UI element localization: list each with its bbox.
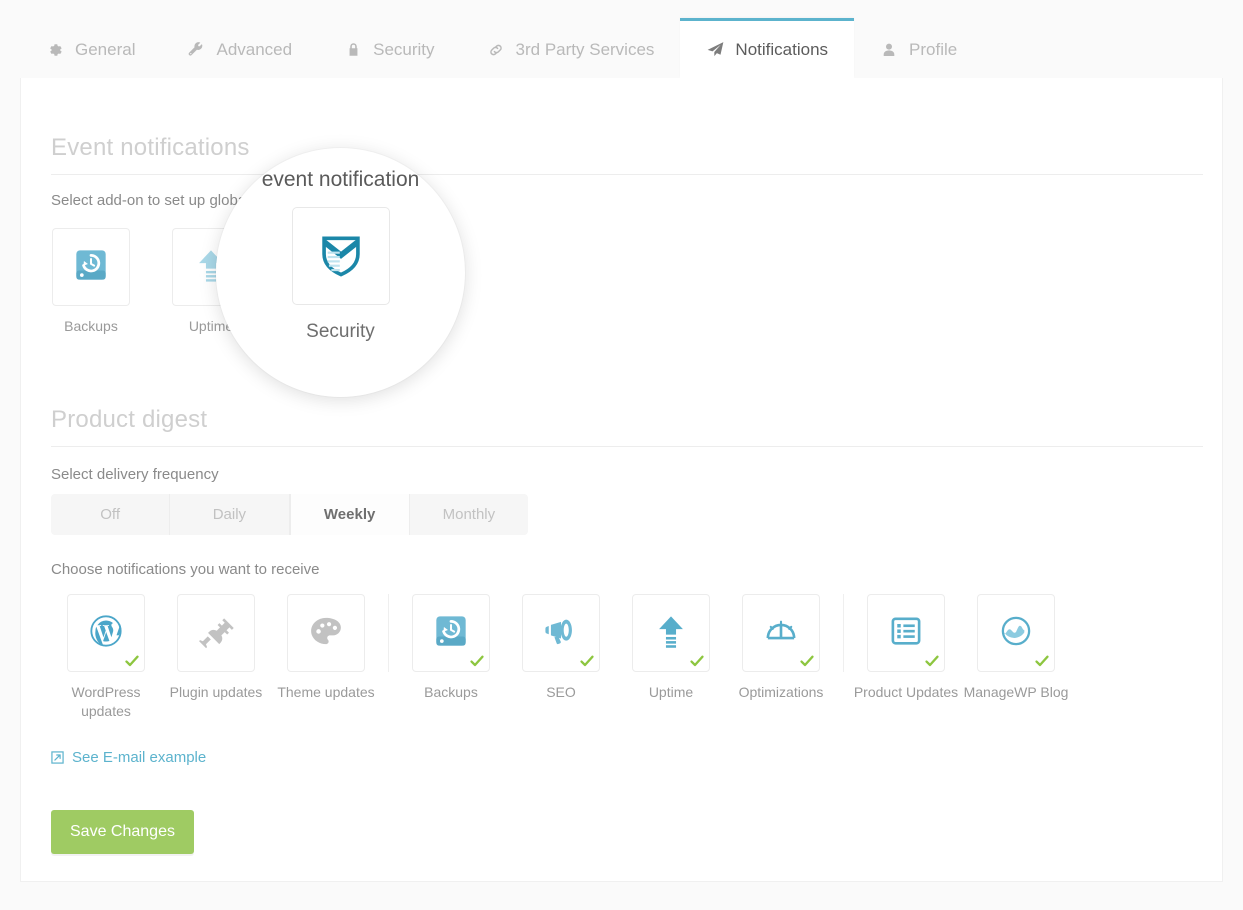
plug-icon xyxy=(195,610,237,657)
notification-tile-row: WordPress updates Plugin updates xyxy=(51,594,1071,722)
addon-tile-box[interactable] xyxy=(172,228,250,306)
notification-tile-label: Uptime xyxy=(649,683,693,702)
backup-drive-icon xyxy=(69,243,113,292)
notification-tile-theme-updates[interactable]: Theme updates xyxy=(271,594,381,702)
notification-tile-plugin-updates[interactable]: Plugin updates xyxy=(161,594,271,702)
product-digest-title: Product digest xyxy=(51,406,207,434)
product-digest-divider xyxy=(51,446,1203,447)
managewp-icon xyxy=(995,610,1037,657)
notification-group-divider xyxy=(388,594,389,672)
frequency-option-off[interactable]: Off xyxy=(51,494,170,535)
notification-tile-uptime[interactable]: Uptime xyxy=(616,594,726,702)
palette-icon xyxy=(305,610,347,657)
notification-tile-label: Plugin updates xyxy=(170,683,263,702)
wordpress-icon xyxy=(84,609,128,658)
list-icon xyxy=(885,610,927,657)
notification-tile-box[interactable] xyxy=(522,594,600,672)
see-email-example-label: See E-mail example xyxy=(72,749,206,766)
notification-tile-label: Optimizations xyxy=(739,683,824,702)
tab-advanced[interactable]: Advanced xyxy=(161,18,318,78)
tab-label: Notifications xyxy=(735,40,828,60)
enabled-check-icon xyxy=(924,653,940,669)
notification-group-divider xyxy=(843,594,844,672)
addon-tile-row: Backups Uptime xyxy=(51,228,371,336)
notification-tile-box[interactable] xyxy=(977,594,1055,672)
event-notifications-divider xyxy=(51,174,1203,175)
megaphone-icon xyxy=(540,610,582,657)
addon-tile-box[interactable] xyxy=(52,228,130,306)
tab-label: General xyxy=(75,40,135,60)
event-notifications-description: Select add-on to set up global event not… xyxy=(51,192,426,209)
notification-tile-backups[interactable]: Backups xyxy=(396,594,506,702)
enabled-check-icon xyxy=(799,653,815,669)
paper-plane-icon xyxy=(706,41,724,59)
notification-tile-product-updates[interactable]: Product Updates xyxy=(851,594,961,702)
enabled-check-icon xyxy=(689,653,705,669)
user-icon xyxy=(880,41,898,59)
tab-label: Security xyxy=(373,40,434,60)
notification-tile-box[interactable] xyxy=(412,594,490,672)
addon-tile-backups[interactable]: Backups xyxy=(51,228,131,336)
see-email-example-link[interactable]: See E-mail example xyxy=(51,749,206,766)
wrench-icon xyxy=(187,41,205,59)
external-link-icon xyxy=(51,751,64,764)
link-icon xyxy=(487,41,505,59)
addon-tile-label: Security xyxy=(306,317,357,336)
settings-page: General Advanced Security 3rd Party Serv… xyxy=(0,0,1243,910)
enabled-check-icon xyxy=(1034,653,1050,669)
notification-tile-box[interactable] xyxy=(177,594,255,672)
event-notifications-title: Event notifications xyxy=(51,134,250,162)
notification-tile-seo[interactable]: SEO xyxy=(506,594,616,702)
notification-tile-optimizations[interactable]: Optimizations xyxy=(726,594,836,702)
tab-label: 3rd Party Services xyxy=(516,40,655,60)
gauge-icon xyxy=(760,610,802,657)
lock-icon xyxy=(344,41,362,59)
notification-tile-label: SEO xyxy=(546,683,576,702)
gear-icon xyxy=(46,41,64,59)
backup-drive-icon xyxy=(429,609,473,658)
addon-tile-label: Backups xyxy=(64,317,118,336)
notification-tile-label: Theme updates xyxy=(277,683,374,702)
addon-tile-box[interactable] xyxy=(292,228,370,306)
notification-tile-label: Backups xyxy=(424,683,478,702)
tab-profile[interactable]: Profile xyxy=(854,18,983,78)
notification-tile-box[interactable] xyxy=(287,594,365,672)
notification-tile-box[interactable] xyxy=(632,594,710,672)
addon-tile-security[interactable]: Security xyxy=(291,228,371,336)
settings-card: Event notifications Select add-on to set… xyxy=(20,78,1223,882)
tab-notifications[interactable]: Notifications xyxy=(680,18,854,78)
shield-icon xyxy=(309,243,353,292)
tab-label: Advanced xyxy=(216,40,292,60)
notification-tile-label: Product Updates xyxy=(854,683,958,702)
enabled-check-icon xyxy=(469,653,485,669)
notification-tile-managewp-blog[interactable]: ManageWP Blog xyxy=(961,594,1071,702)
uptime-arrow-icon xyxy=(649,609,693,658)
notification-tile-wordpress-updates[interactable]: WordPress updates xyxy=(51,594,161,722)
tab-label: Profile xyxy=(909,40,957,60)
tab-3rd-party-services[interactable]: 3rd Party Services xyxy=(461,18,681,78)
notification-tile-label: WordPress updates xyxy=(51,683,161,722)
delivery-frequency-selector[interactable]: Off Daily Weekly Monthly xyxy=(51,494,528,535)
enabled-check-icon xyxy=(124,653,140,669)
addon-tile-label: Uptime xyxy=(189,317,233,336)
settings-tabbar: General Advanced Security 3rd Party Serv… xyxy=(0,0,1243,78)
addon-tile-uptime[interactable]: Uptime xyxy=(171,228,251,336)
notification-tile-box[interactable] xyxy=(67,594,145,672)
tab-general[interactable]: General xyxy=(20,18,161,78)
enabled-check-icon xyxy=(579,653,595,669)
notification-tile-box[interactable] xyxy=(742,594,820,672)
uptime-arrow-icon xyxy=(189,243,233,292)
notification-tile-box[interactable] xyxy=(867,594,945,672)
frequency-option-daily[interactable]: Daily xyxy=(170,494,289,535)
choose-notifications-label: Choose notifications you want to receive xyxy=(51,561,319,578)
tab-security[interactable]: Security xyxy=(318,18,460,78)
frequency-label: Select delivery frequency xyxy=(51,466,219,483)
frequency-option-monthly[interactable]: Monthly xyxy=(410,494,528,535)
save-changes-button[interactable]: Save Changes xyxy=(51,810,194,854)
frequency-option-weekly[interactable]: Weekly xyxy=(290,494,410,535)
notification-tile-label: ManageWP Blog xyxy=(964,683,1069,702)
